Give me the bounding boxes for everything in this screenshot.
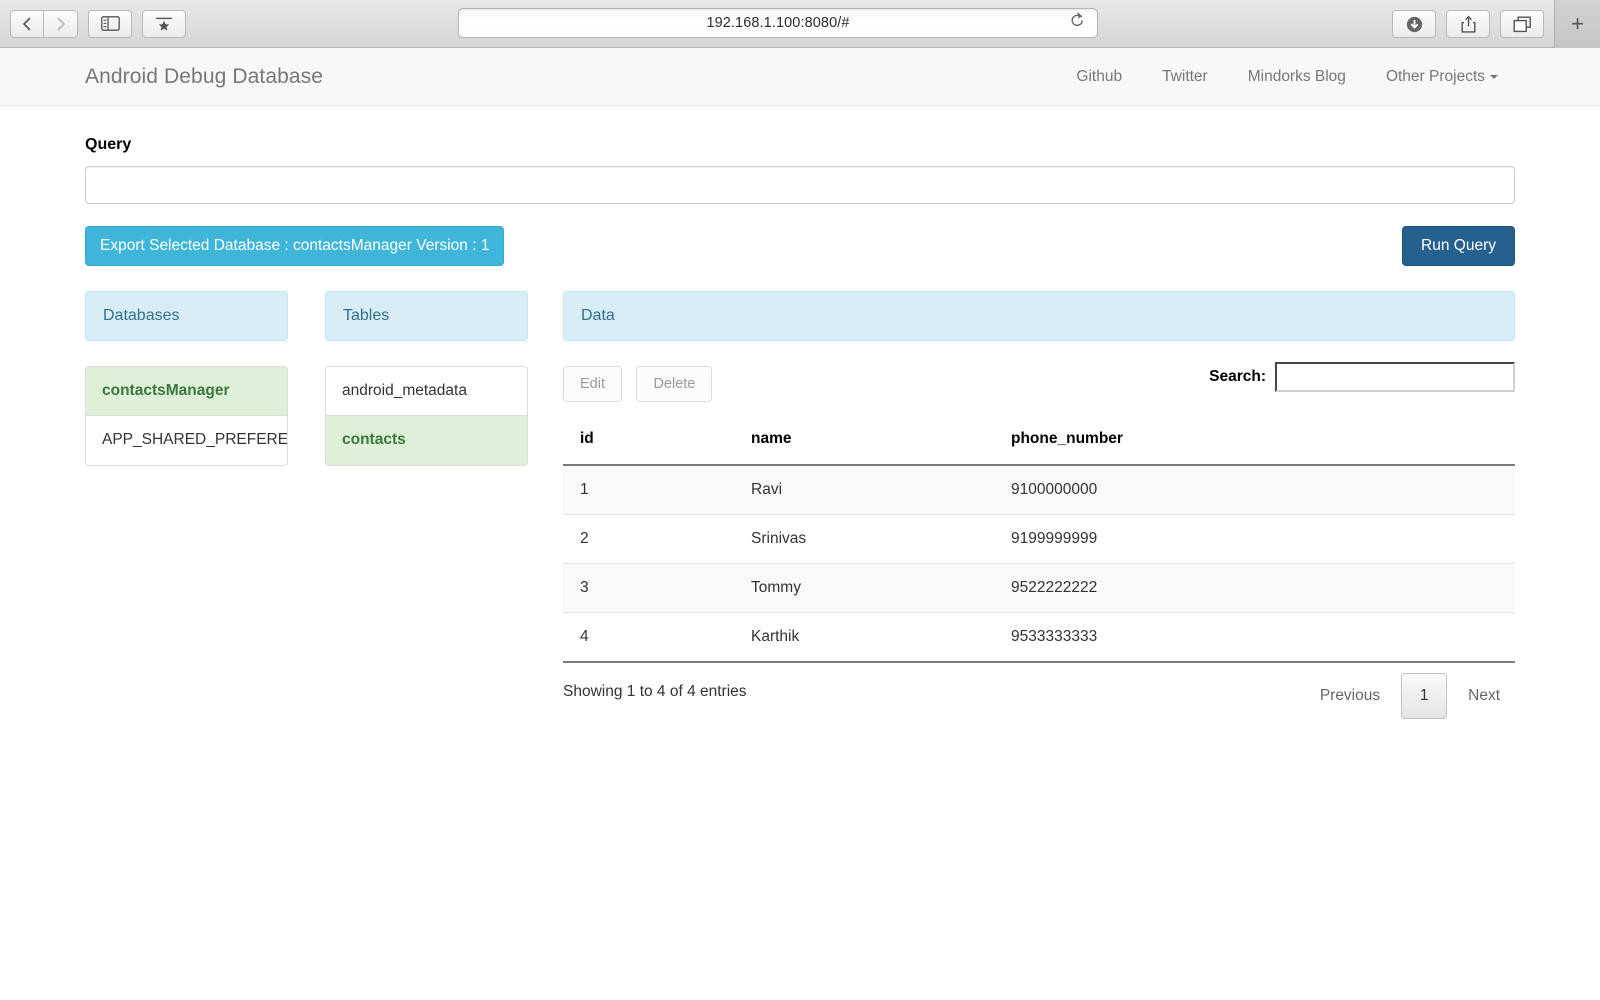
action-button-row: Export Selected Database : contactsManag…	[85, 226, 1515, 266]
sidebar-toggle-button[interactable]	[88, 9, 132, 38]
data-panel: Data Edit Delete Search: id name phone_n…	[563, 291, 1515, 723]
table-row[interactable]: 4 Karthik 9533333333	[563, 612, 1515, 663]
column-header-name[interactable]: name	[751, 422, 1011, 466]
table-header-row: id name phone_number	[563, 422, 1515, 466]
nav-link-other-projects[interactable]: Other Projects	[1366, 48, 1518, 106]
bookmark-button[interactable]	[142, 9, 186, 38]
cell-name: Ravi	[751, 465, 1011, 515]
tables-panel-header: Tables	[325, 291, 528, 341]
download-icon	[1405, 15, 1424, 34]
cell-name: Srinivas	[751, 514, 1011, 564]
back-button[interactable]	[10, 9, 44, 38]
databases-panel-header: Databases	[85, 291, 288, 341]
list-item[interactable]: contactsManager	[86, 367, 287, 417]
search-input[interactable]	[1275, 362, 1515, 392]
data-table-head: id name phone_number	[563, 422, 1515, 466]
entries-info: Showing 1 to 4 of 4 entries	[563, 683, 747, 700]
panels-container: Databases contactsManager APP_SHARED_PRE…	[85, 291, 1515, 719]
cell-name: Karthik	[751, 612, 1011, 663]
share-button[interactable]	[1446, 10, 1490, 38]
run-query-button[interactable]: Run Query	[1402, 226, 1515, 266]
pagination-next[interactable]: Next	[1453, 677, 1515, 715]
table-row[interactable]: 2 Srinivas 9199999999	[563, 514, 1515, 564]
nav-button-group	[10, 9, 78, 38]
cell-id: 1	[563, 465, 751, 515]
databases-panel: Databases contactsManager APP_SHARED_PRE…	[85, 291, 288, 466]
downloads-button[interactable]	[1392, 10, 1436, 38]
share-icon	[1460, 15, 1477, 34]
browser-toolbar-right: +	[1392, 0, 1600, 48]
new-tab-button[interactable]: +	[1554, 0, 1600, 48]
forward-button[interactable]	[44, 9, 78, 38]
sidebar-panel-icon	[100, 16, 120, 31]
tables-list: android_metadata contacts	[325, 366, 528, 466]
data-table-body: 1 Ravi 9100000000 2 Srinivas 9199999999 …	[563, 465, 1515, 663]
bookmark-star-icon	[154, 16, 174, 31]
cell-id: 3	[563, 563, 751, 613]
url-text: 192.168.1.100:8080/#	[706, 15, 850, 31]
chevron-left-icon	[22, 16, 33, 32]
page-content: Query Export Selected Database : contact…	[0, 136, 1600, 719]
browser-toolbar: 192.168.1.100:8080/# +	[0, 0, 1600, 48]
app-navbar: Android Debug Database Github Twitter Mi…	[0, 48, 1600, 106]
cell-id: 4	[563, 612, 751, 663]
query-input[interactable]	[85, 166, 1515, 204]
reload-icon[interactable]	[1070, 12, 1085, 34]
cell-name: Tommy	[751, 563, 1011, 613]
chevron-down-icon	[1490, 74, 1498, 79]
data-table-toolbar: Edit Delete Search:	[563, 362, 1515, 406]
tab-overview-button[interactable]	[1500, 10, 1544, 38]
list-item[interactable]: contacts	[326, 416, 527, 465]
nav-links: Github Twitter Mindorks Blog Other Proje…	[1056, 48, 1518, 106]
column-header-phone-number[interactable]: phone_number	[1011, 422, 1515, 466]
pagination: Previous 1 Next	[1305, 673, 1515, 719]
pagination-page-1[interactable]: 1	[1401, 673, 1448, 719]
url-bar[interactable]: 192.168.1.100:8080/#	[458, 8, 1098, 38]
table-footer: Showing 1 to 4 of 4 entries Previous 1 N…	[563, 667, 1515, 723]
nav-link-github[interactable]: Github	[1056, 48, 1142, 106]
nav-link-mindorks-blog[interactable]: Mindorks Blog	[1228, 48, 1366, 106]
cell-phone-number: 9522222222	[1011, 563, 1515, 613]
list-item[interactable]: android_metadata	[326, 367, 527, 417]
search-label: Search:	[1209, 368, 1266, 385]
browser-toolbar-left	[0, 9, 186, 38]
cell-phone-number: 9100000000	[1011, 465, 1515, 515]
table-row[interactable]: 1 Ravi 9100000000	[563, 465, 1515, 515]
pagination-previous[interactable]: Previous	[1305, 677, 1395, 715]
column-header-id[interactable]: id	[563, 422, 751, 466]
cell-phone-number: 9533333333	[1011, 612, 1515, 663]
tables-panel: Tables android_metadata contacts	[325, 291, 528, 466]
query-label: Query	[85, 136, 132, 153]
page-title: Android Debug Database	[85, 64, 324, 88]
data-panel-body: Edit Delete Search: id name phone_number	[563, 362, 1515, 723]
chevron-right-icon	[55, 16, 66, 32]
list-item[interactable]: APP_SHARED_PREFERENCES	[86, 416, 287, 464]
cell-phone-number: 9199999999	[1011, 514, 1515, 564]
export-database-button[interactable]: Export Selected Database : contactsManag…	[85, 226, 505, 266]
delete-button[interactable]: Delete	[636, 366, 713, 402]
edit-button[interactable]: Edit	[563, 366, 622, 402]
nav-link-twitter[interactable]: Twitter	[1142, 48, 1228, 106]
data-table: id name phone_number 1 Ravi 9100000000 2	[563, 422, 1515, 663]
databases-list: contactsManager APP_SHARED_PREFERENCES	[85, 366, 288, 466]
tab-overview-icon	[1513, 16, 1532, 33]
table-row[interactable]: 3 Tommy 9522222222	[563, 563, 1515, 613]
cell-id: 2	[563, 514, 751, 564]
search-container: Search:	[1209, 362, 1515, 392]
data-panel-header: Data	[563, 291, 1515, 341]
nav-link-other-projects-label: Other Projects	[1385, 68, 1485, 85]
